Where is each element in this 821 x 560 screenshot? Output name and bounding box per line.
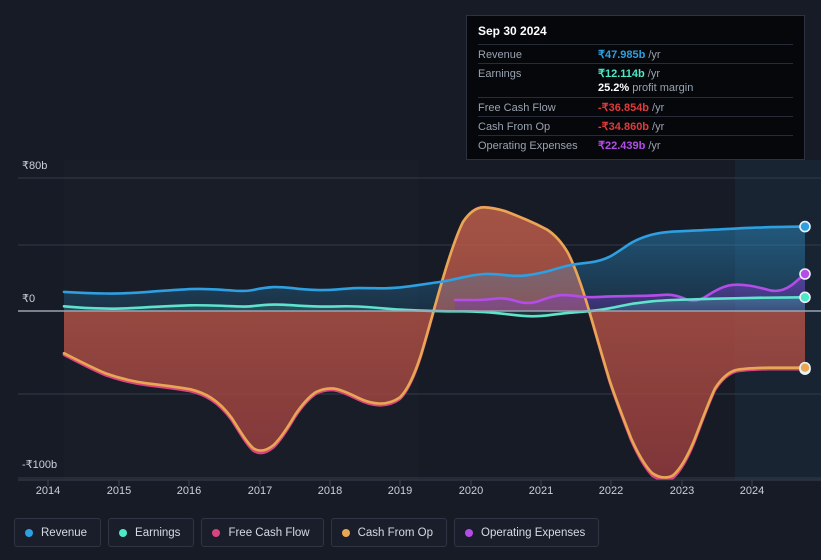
tooltip-row-revenue: Revenue ₹47.985b /yr [478,44,793,63]
tooltip-unit-operating-expenses: /yr [648,140,660,152]
legend-item-operating-expenses[interactable]: Operating Expenses [454,518,599,547]
chart-legend: Revenue Earnings Free Cash Flow Cash Fro… [14,518,599,547]
y-axis-top-label: ₹80b [22,159,47,172]
tooltip-unit-cash-from-op: /yr [652,121,664,133]
legend-dot-earnings [119,529,127,537]
tooltip-value-cash-from-op: -₹34.860b [598,120,649,133]
tooltip-value-earnings: ₹12.114b [598,67,645,80]
data-tooltip: Sep 30 2024 Revenue ₹47.985b /yr Earning… [466,15,805,160]
x-tick-2019: 2019 [388,485,412,497]
x-tick-2014: 2014 [36,485,60,497]
legend-dot-cash-from-op [342,529,350,537]
y-axis-bottom-label: -₹100b [22,458,57,471]
tooltip-unit-free-cash-flow: /yr [652,102,664,114]
legend-dot-operating-expenses [465,529,473,537]
tooltip-label-operating-expenses: Operating Expenses [478,140,598,152]
tooltip-value-profit-margin: 25.2% [598,82,629,94]
financial-chart-panel: ₹80b ₹0 -₹100b 2014 2015 2016 2017 2018 … [0,0,821,560]
endpoint-earnings [800,292,810,302]
legend-label-cash-from-op: Cash From Op [358,527,433,539]
endpoint-cash-from-op [800,363,810,373]
legend-item-cash-from-op[interactable]: Cash From Op [331,518,447,547]
tooltip-value-operating-expenses: ₹22.439b [598,139,645,152]
tooltip-unit-earnings: /yr [648,68,660,80]
x-tick-2016: 2016 [177,485,201,497]
tooltip-row-cash-from-op: Cash From Op -₹34.860b /yr [478,116,793,135]
legend-item-earnings[interactable]: Earnings [108,518,194,547]
x-tick-2021: 2021 [529,485,553,497]
y-axis-zero-label: ₹0 [22,292,35,305]
x-tick-2018: 2018 [318,485,342,497]
x-tick-2017: 2017 [248,485,272,497]
x-tick-2020: 2020 [459,485,483,497]
x-tick-2023: 2023 [670,485,694,497]
x-tick-2022: 2022 [599,485,623,497]
tooltip-row-free-cash-flow: Free Cash Flow -₹36.854b /yr [478,97,793,116]
legend-label-earnings: Earnings [135,527,180,539]
tooltip-row-earnings: Earnings ₹12.114b /yr [478,63,793,82]
legend-dot-revenue [25,529,33,537]
tooltip-label-earnings: Earnings [478,68,598,80]
legend-label-free-cash-flow: Free Cash Flow [228,527,309,539]
tooltip-value-revenue: ₹47.985b [598,48,645,61]
legend-item-free-cash-flow[interactable]: Free Cash Flow [201,518,323,547]
legend-dot-free-cash-flow [212,529,220,537]
endpoint-operating-expenses [800,269,810,279]
tooltip-date: Sep 30 2024 [478,23,793,44]
legend-label-revenue: Revenue [41,527,87,539]
x-tick-2024: 2024 [740,485,764,497]
tooltip-row-operating-expenses: Operating Expenses ₹22.439b /yr [478,135,793,154]
legend-item-revenue[interactable]: Revenue [14,518,101,547]
tooltip-value-free-cash-flow: -₹36.854b [598,101,649,114]
x-tick-2015: 2015 [107,485,131,497]
legend-label-operating-expenses: Operating Expenses [481,527,585,539]
tooltip-unit-revenue: /yr [648,49,660,61]
endpoint-revenue [800,222,810,232]
tooltip-unit-profit-margin: profit margin [632,82,693,94]
tooltip-label-free-cash-flow: Free Cash Flow [478,102,598,114]
tooltip-label-revenue: Revenue [478,49,598,61]
tooltip-row-profit-margin: 25.2% profit margin [478,82,793,97]
tooltip-label-cash-from-op: Cash From Op [478,121,598,133]
